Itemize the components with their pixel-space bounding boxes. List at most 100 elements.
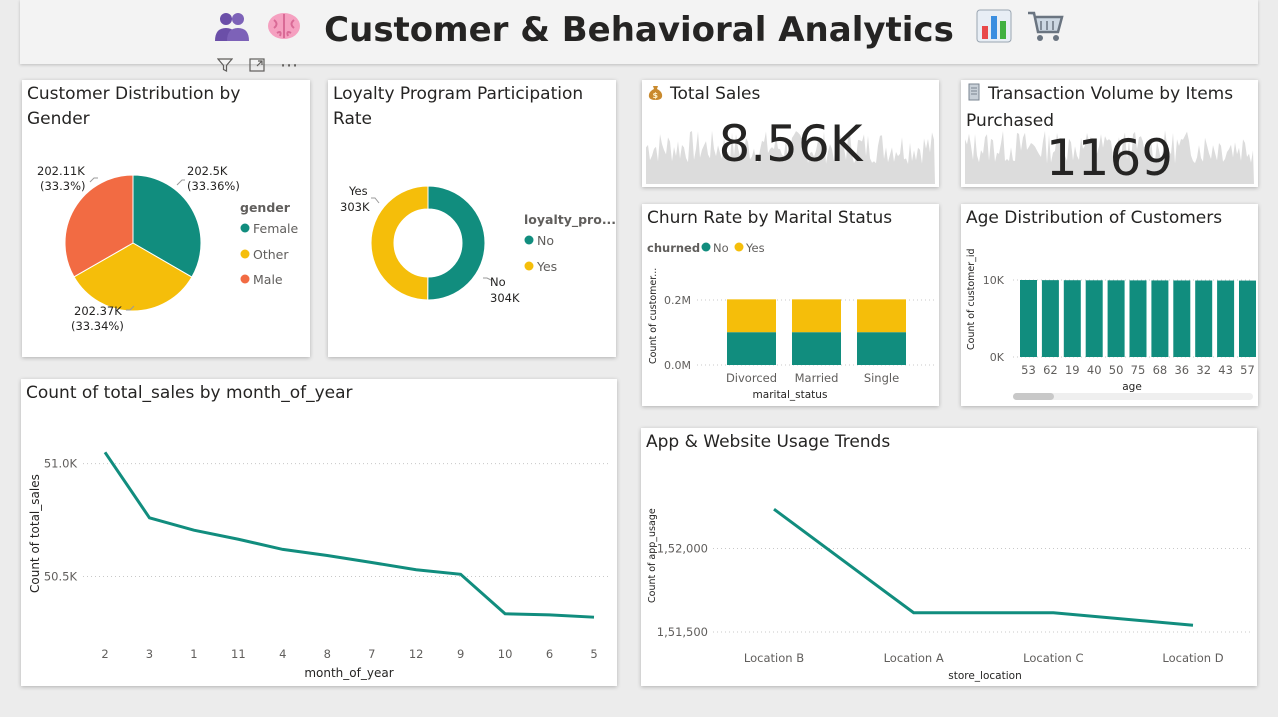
loyalty-participation-card[interactable]: Loyalty Program Participation Rate Yes 3… [328, 80, 616, 357]
brain-icon [264, 8, 304, 55]
sales-by-month-line-chart[interactable]: Count of total_sales 50.5K51.0K2 3 1 11 4 8 7 1… [21, 379, 617, 686]
churn-bar-married-yes[interactable] [792, 299, 841, 333]
legend-no-label[interactable]: No [537, 233, 554, 248]
age-y-tick: 10K [983, 274, 1005, 287]
age-bar-75[interactable] [1129, 280, 1147, 357]
age-bar-32[interactable] [1195, 280, 1213, 357]
age-bar-57[interactable] [1239, 280, 1256, 357]
age-x-axis-title: age [1122, 381, 1142, 393]
churn-bar-single-no[interactable] [857, 332, 906, 365]
slice-yes[interactable] [370, 185, 429, 301]
focus-mode-icon[interactable] [246, 55, 268, 75]
male-leader-line [89, 177, 98, 183]
age-scrollbar-thumb[interactable] [1013, 393, 1054, 400]
churn-legend-yes-label[interactable]: Yes [745, 241, 765, 255]
churn-bar-single-yes[interactable] [857, 299, 906, 333]
other-percent-label: (33.34%) [71, 319, 124, 333]
x-tick: Location D [1162, 651, 1223, 665]
age-bar-53[interactable] [1020, 280, 1037, 357]
age-x-tick: 68 [1153, 363, 1168, 377]
total-sales-card[interactable]: $ Total Sales 8.56K [642, 80, 939, 187]
churn-x-axis-title: marital_status [753, 389, 828, 401]
churn-bar-married-no[interactable] [792, 332, 841, 365]
churn-y-tick: 0.2M [664, 294, 691, 307]
churn-legend-no-label[interactable]: No [713, 241, 729, 255]
churn-x-tick: Single [864, 371, 899, 385]
age-bar-68[interactable] [1151, 280, 1169, 357]
month-y-axis-title: Count of total_sales [28, 474, 42, 593]
churn-stacked-bar-chart[interactable]: churned No Yes Count of customer... 0.0M… [642, 204, 939, 406]
gender-legend-title: gender [240, 200, 291, 215]
age-x-tick: 43 [1218, 363, 1233, 377]
age-x-tick: 57 [1240, 363, 1255, 377]
transaction-title: Transaction Volume by Items Purchased [966, 84, 1234, 131]
cart-icon [1026, 8, 1066, 55]
receipt-icon [966, 83, 982, 109]
app-usage-card[interactable]: App & Website Usage Trends Count of app_… [641, 428, 1257, 686]
age-y-tick: 0K [990, 351, 1005, 364]
y-tick: 1,52,000 [657, 541, 708, 555]
x-tick: 3 [146, 647, 153, 661]
more-options-icon[interactable]: ⋯ [278, 55, 300, 76]
churn-legend-yes-marker [734, 242, 744, 252]
app-usage-line-chart[interactable]: Count of app_usage 1,51,500 1,52,000 Locat… [641, 428, 1257, 686]
churn-legend-no-marker [701, 242, 711, 252]
no-value-label: 304K [490, 291, 520, 305]
legend-yes-marker [524, 261, 534, 271]
people-icon [212, 8, 252, 55]
female-percent-label: (33.36%) [187, 179, 240, 193]
x-tick: 12 [409, 647, 424, 661]
age-bar-50[interactable] [1107, 280, 1125, 357]
gender-distribution-card[interactable]: Customer Distribution by Gender 202.5K (… [22, 80, 310, 357]
x-tick: Location C [1023, 651, 1083, 665]
sales-by-month-series-line[interactable] [103, 451, 595, 619]
visual-toolbar: ⋯ [210, 52, 310, 78]
legend-female-label[interactable]: Female [253, 221, 299, 236]
slice-no[interactable] [427, 185, 486, 301]
legend-no-marker [524, 235, 534, 245]
gender-pie-chart[interactable]: 202.5K (33.36%) 202.11K (33.3%) 202.37K … [22, 80, 310, 357]
no-category-label: No [490, 275, 506, 289]
total-sales-value: 8.56K [718, 115, 863, 173]
male-percent-label: (33.3%) [40, 179, 86, 193]
age-bar-chart[interactable]: Count of customer_id 0K 10K 53 62 19 40 50 75 6… [961, 204, 1258, 406]
churn-x-tick: Married [795, 371, 839, 385]
churn-bar-divorced-no[interactable] [727, 332, 776, 365]
x-tick: 11 [231, 647, 246, 661]
app-usage-series-line[interactable] [773, 508, 1194, 627]
churn-legend-title: churned [647, 241, 700, 255]
dashboard-title: Customer & Behavioral Analytics [324, 10, 954, 50]
age-bar-36[interactable] [1173, 280, 1191, 357]
age-bar-62[interactable] [1041, 280, 1059, 357]
app-y-axis-title: Count of app_usage [647, 508, 658, 603]
x-tick: 1 [190, 647, 197, 661]
app-x-axis-title: store_location [948, 670, 1021, 682]
legend-female-marker [240, 223, 250, 233]
legend-male-label[interactable]: Male [253, 272, 283, 287]
age-distribution-card[interactable]: Age Distribution of Customers Count of c… [961, 204, 1258, 406]
transaction-volume-card[interactable]: Transaction Volume by Items Purchased 11… [961, 80, 1258, 187]
age-bar-43[interactable] [1217, 280, 1235, 357]
age-bar-40[interactable] [1085, 280, 1103, 357]
churn-bar-divorced-yes[interactable] [727, 299, 776, 333]
x-tick: 6 [546, 647, 553, 661]
male-value-label: 202.11K [37, 164, 85, 178]
legend-yes-label[interactable]: Yes [536, 259, 557, 274]
age-x-tick: 53 [1021, 363, 1036, 377]
churn-y-axis-title: Count of customer... [648, 268, 659, 364]
age-x-tick: 32 [1196, 363, 1211, 377]
age-bar-19[interactable] [1063, 280, 1081, 357]
y-tick: 50.5K [44, 570, 78, 584]
sales-by-month-card[interactable]: Count of total_sales by month_of_year Co… [21, 379, 617, 686]
loyalty-donut-chart[interactable]: Yes 303K No 304K loyalty_pro... No Yes [328, 80, 616, 357]
yes-value-label: 303K [340, 200, 370, 214]
legend-other-label[interactable]: Other [253, 247, 289, 262]
dashboard-header: Customer & Behavioral Analytics [20, 0, 1258, 64]
churn-y-tick: 0.0M [664, 359, 691, 372]
y-tick: 1,51,500 [657, 625, 708, 639]
legend-male-marker [240, 274, 250, 284]
svg-text:$: $ [653, 91, 659, 100]
churn-rate-card[interactable]: Churn Rate by Marital Status churned No … [642, 204, 939, 406]
legend-other-marker [240, 249, 250, 259]
filter-icon[interactable] [214, 55, 236, 75]
